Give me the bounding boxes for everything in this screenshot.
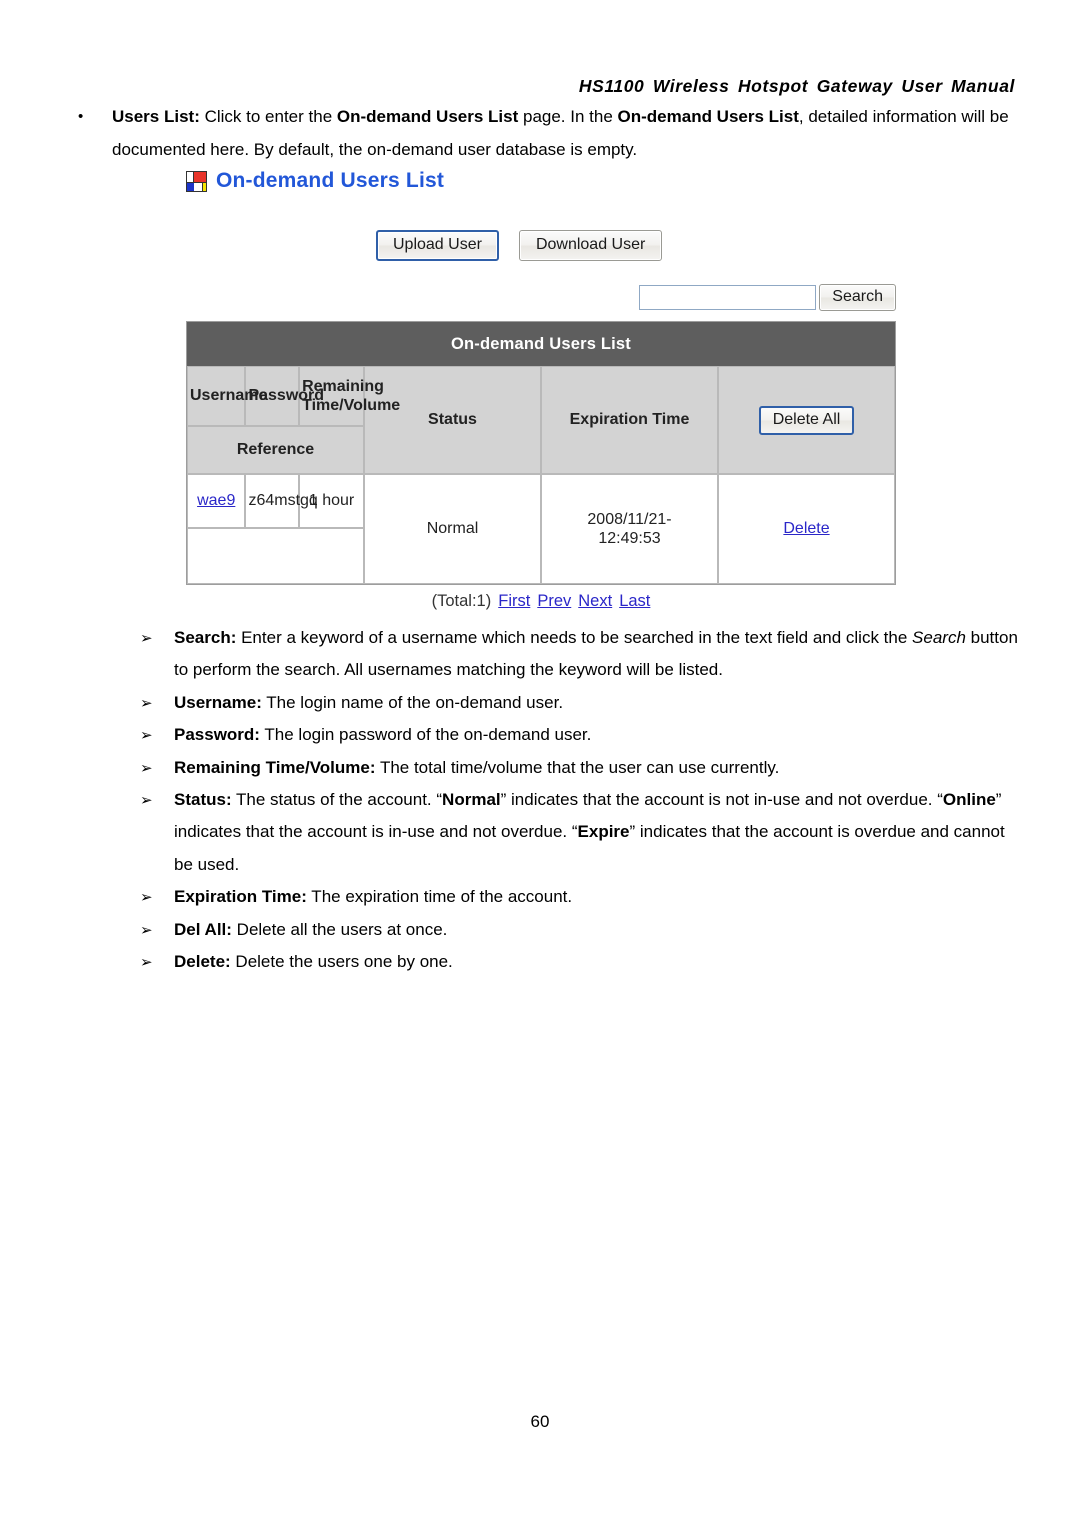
cell-remaining: 1 hour [299, 474, 364, 528]
running-header: HS1100 Wireless Hotspot Gateway User Man… [578, 76, 1015, 96]
header-remaining-line2: Time/Volume [302, 397, 401, 414]
mondrian-squares-icon [186, 170, 207, 192]
left-data-inner-table: wae9 z64mstgq 1 hour [187, 474, 364, 584]
search-input[interactable] [639, 285, 817, 310]
bullet-marker: • [78, 108, 84, 125]
inner-reference-header-row: Reference [187, 426, 364, 474]
intro-bullet-text: Users List: Click to enter the On-demand… [112, 107, 1009, 159]
pager-last-link[interactable]: Last [619, 592, 650, 610]
arrow-bullet-icon: ➢ [140, 758, 153, 777]
cell-reference [187, 528, 364, 584]
page-title: On-demand Users List [216, 169, 445, 192]
arrow-bullet-icon: ➢ [140, 726, 153, 745]
embedded-screenshot: On-demand Users List Upload User Downloa… [186, 166, 896, 611]
header-username: Username [187, 366, 267, 426]
cell-delete: Delete [718, 474, 895, 584]
cell-status: Normal [364, 474, 541, 584]
arrow-bullet-icon: ➢ [140, 953, 153, 972]
action-button-row: Upload User Download User [376, 230, 896, 261]
pager-first-link[interactable]: First [498, 592, 530, 610]
list-item: ➢ Search: Enter a keyword of a username … [140, 622, 1020, 687]
list-item: ➢ Del All: Delete all the users at once. [140, 914, 1020, 946]
arrow-bullet-icon: ➢ [140, 888, 153, 907]
cell-expiration-time: 2008/11/21- 12:49:53 [541, 474, 718, 584]
header-password: Password [245, 366, 324, 426]
definition-list: ➢ Search: Enter a keyword of a username … [140, 622, 1020, 978]
list-item: ➢ Password: The login password of the on… [140, 719, 1020, 751]
cell-username: wae9 [187, 474, 246, 528]
on-demand-users-table: On-demand Users List Username Password R… [186, 321, 896, 585]
upload-user-button[interactable]: Upload User [376, 230, 499, 261]
definition-text: Remaining Time/Volume: The total time/vo… [174, 757, 780, 777]
header-status: Status [364, 366, 541, 474]
arrow-bullet-icon: ➢ [140, 629, 153, 647]
delete-link[interactable]: Delete [783, 520, 829, 537]
definition-text: Password: The login password of the on-d… [174, 725, 592, 745]
inner-data-row: wae9 z64mstgq 1 hour [187, 474, 364, 528]
page-number: 60 [530, 1412, 550, 1431]
definition-text: Delete: Delete the users one by one. [174, 952, 453, 972]
table-caption: On-demand Users List [187, 322, 895, 366]
expiration-line2: 12:49:53 [598, 530, 661, 547]
header-delete-all-cell: Delete All [718, 366, 895, 474]
download-user-button[interactable]: Download User [518, 230, 663, 261]
table-header-row: Username Password Remaining Time/Volume … [187, 366, 895, 474]
list-item: ➢ Remaining Time/Volume: The total time/… [140, 752, 1020, 784]
inner-header-row: Username Password Remaining Time/Volume [187, 366, 400, 426]
arrow-bullet-icon: ➢ [140, 693, 153, 712]
cell-password: z64mstgq [245, 474, 318, 528]
list-item: ➢ Expiration Time: The expiration time o… [140, 881, 1020, 913]
table-caption-row: On-demand Users List [187, 322, 895, 366]
table-row: wae9 z64mstgq 1 hour Normal 2008/11/21- … [187, 474, 895, 584]
left-header-group: Username Password Remaining Time/Volume … [187, 366, 400, 474]
intro-bullet-row: • Users List: Click to enter the On-dema… [70, 100, 1015, 166]
total-count: (Total:1) [431, 592, 492, 610]
left-data-group: wae9 z64mstgq 1 hour [187, 474, 364, 584]
header-remaining-line1: Remaining [302, 378, 384, 395]
pager-prev-link[interactable]: Prev [537, 592, 571, 610]
definition-text: Del All: Delete all the users at once. [174, 919, 448, 939]
header-reference: Reference [187, 426, 364, 474]
definition-text: Status: The status of the account. “Norm… [174, 790, 1005, 874]
header-expiration-time: Expiration Time [541, 366, 718, 474]
inner-reference-data-row [187, 528, 364, 584]
left-header-inner-table: Username Password Remaining Time/Volume … [187, 366, 400, 474]
search-row: Search [186, 284, 896, 311]
definition-text: Search: Enter a keyword of a username wh… [174, 628, 1018, 680]
pagination-bar: (Total:1) First Prev Next Last [186, 592, 896, 611]
screenshot-title-bar: On-demand Users List [186, 166, 896, 196]
list-item: ➢ Username: The login name of the on-dem… [140, 687, 1020, 719]
definition-text: Expiration Time: The expiration time of … [174, 887, 573, 907]
intro-paragraph: • Users List: Click to enter the On-dema… [70, 100, 1015, 166]
expiration-line1: 2008/11/21- [587, 511, 672, 528]
delete-all-button[interactable]: Delete All [758, 405, 855, 435]
arrow-bullet-icon: ➢ [140, 920, 153, 939]
definition-text: Username: The login name of the on-deman… [174, 692, 564, 712]
search-button[interactable]: Search [819, 284, 896, 311]
pager-next-link[interactable]: Next [578, 592, 612, 610]
list-item: ➢ Delete: Delete the users one by one. [140, 946, 1020, 978]
username-link[interactable]: wae9 [197, 492, 235, 509]
list-item: ➢ Status: The status of the account. “No… [140, 784, 1020, 881]
header-remaining-time-volume: Remaining Time/Volume [299, 366, 400, 426]
arrow-bullet-icon: ➢ [140, 791, 153, 810]
